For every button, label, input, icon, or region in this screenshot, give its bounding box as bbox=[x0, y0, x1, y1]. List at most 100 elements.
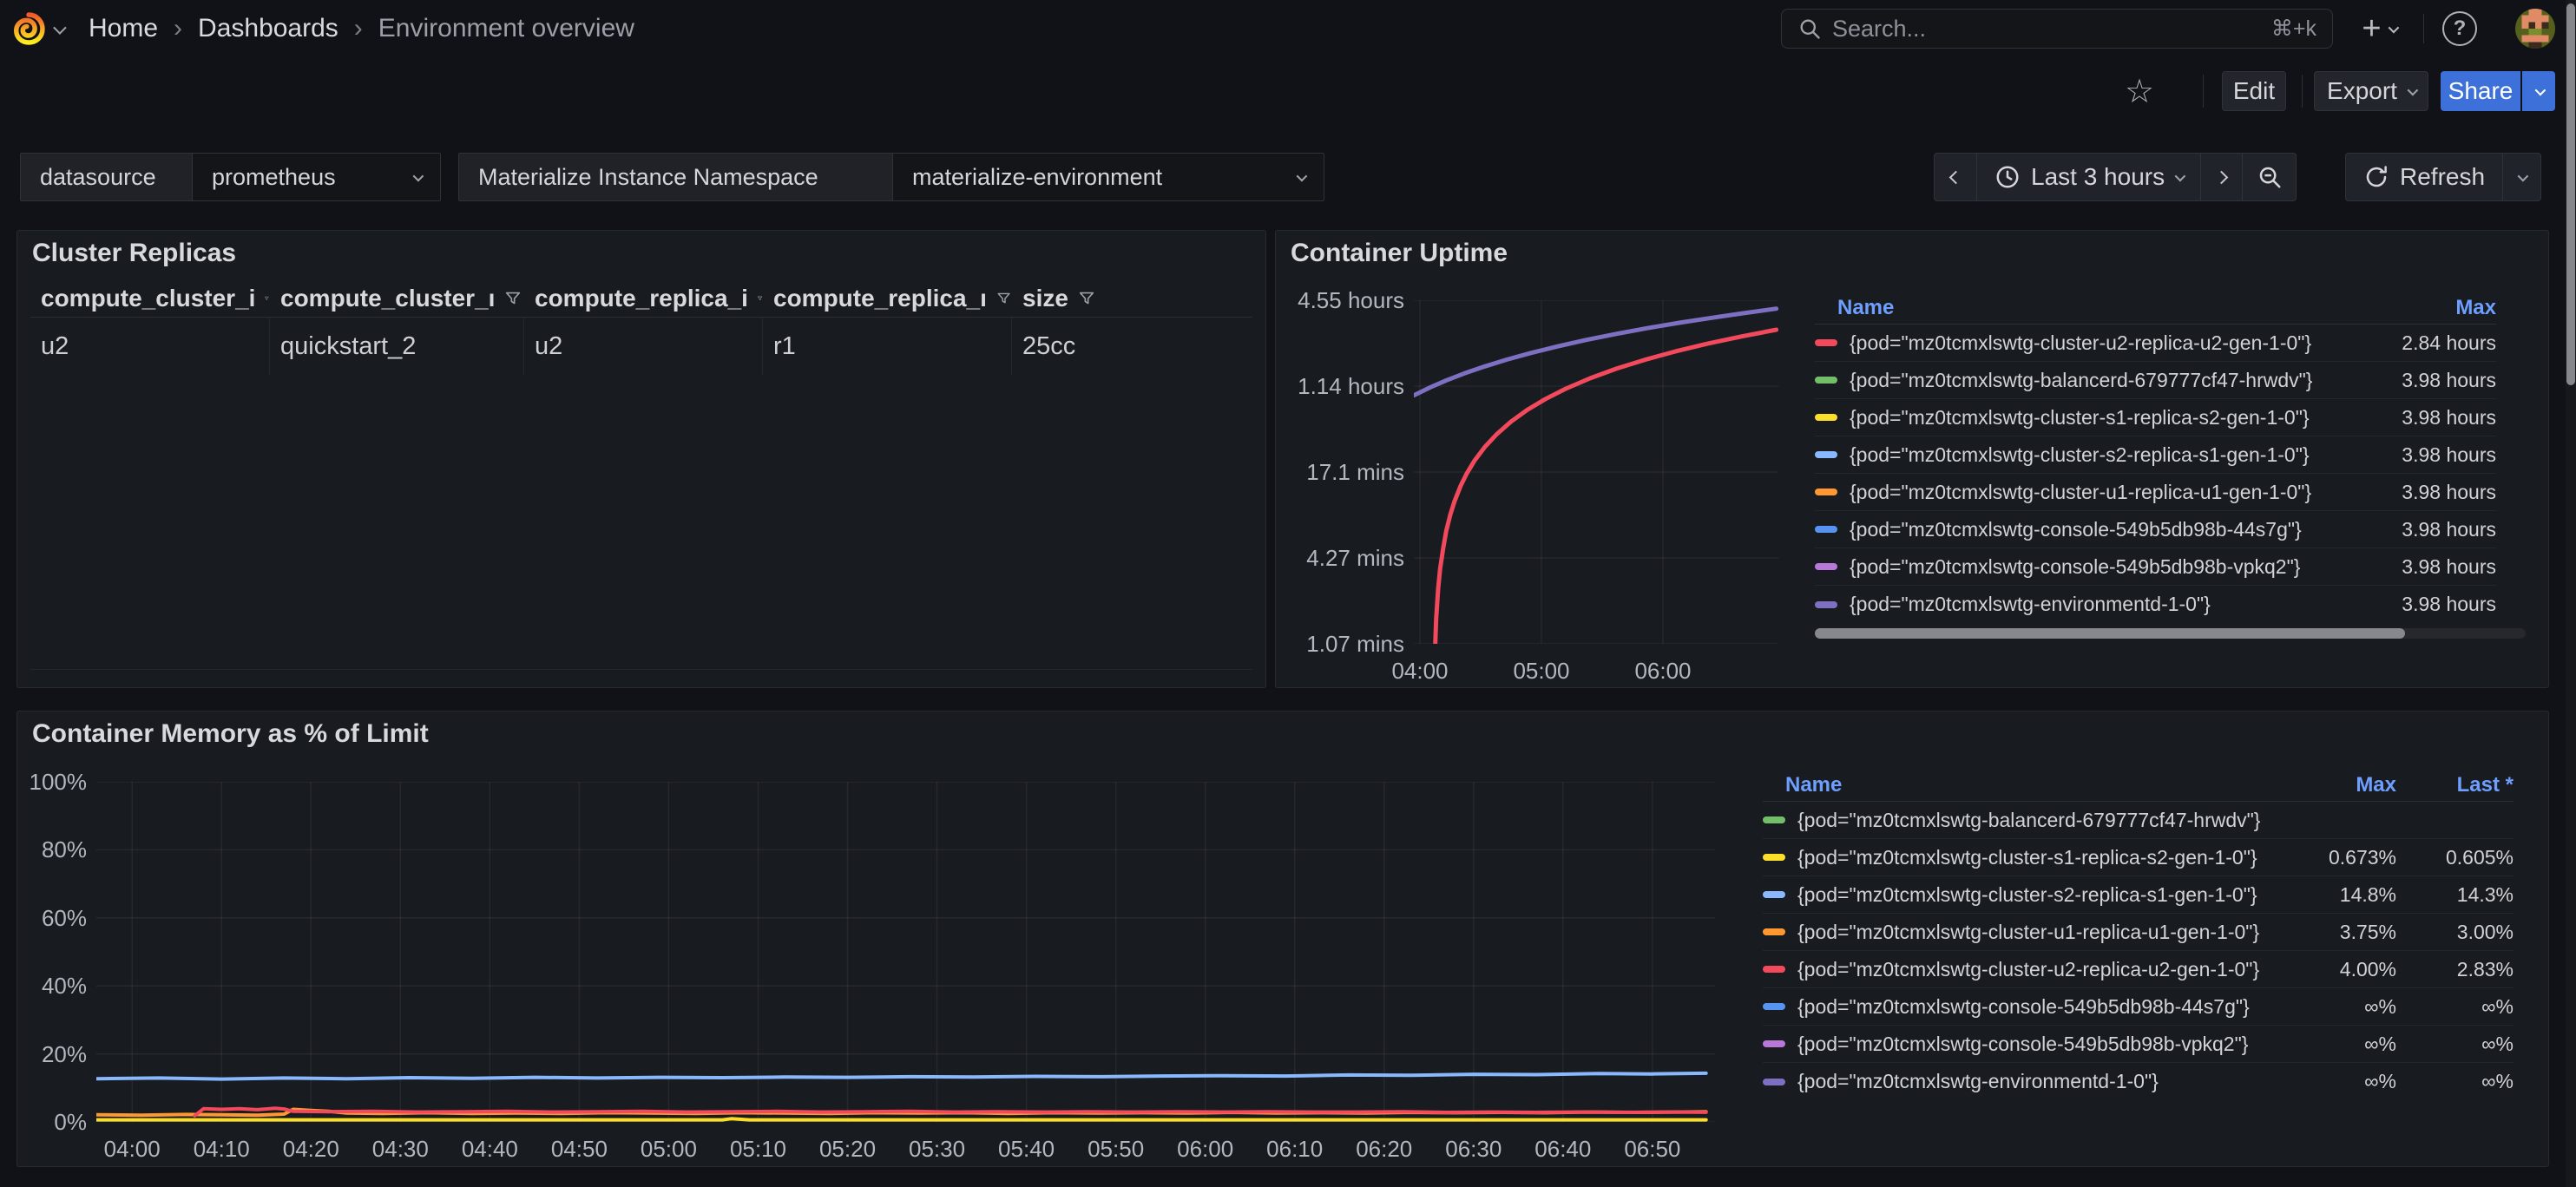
time-range-button[interactable]: Last 3 hours bbox=[1976, 154, 2200, 200]
legend-row[interactable]: {pod="mz0tcmxlswtg-cluster-s1-replica-s2… bbox=[1763, 839, 2514, 876]
column-header[interactable]: compute_cluster_i bbox=[30, 285, 270, 312]
avatar-image bbox=[2515, 9, 2555, 49]
legend-hscrollbar[interactable] bbox=[1815, 628, 2526, 639]
legend-value-header[interactable]: Max bbox=[2266, 773, 2396, 797]
time-shift-forward-button[interactable] bbox=[2200, 154, 2242, 200]
legend-row[interactable]: {pod="mz0tcmxlswtg-environmentd-1-0"}∞%∞… bbox=[1763, 1063, 2514, 1100]
memory-plot bbox=[96, 782, 1715, 1122]
memory-legend: NameMaxLast * {pod="mz0tcmxlswtg-balancer… bbox=[1763, 769, 2531, 1100]
column-header[interactable]: compute_replica_ı bbox=[763, 285, 1012, 312]
legend-row[interactable]: {pod="mz0tcmxlswtg-cluster-s1-replica-s2… bbox=[1815, 399, 2496, 436]
legend-series-name: {pod="mz0tcmxlswtg-balancerd-679777cf47-… bbox=[1797, 809, 2266, 832]
column-header[interactable]: size bbox=[1012, 285, 1252, 312]
legend-name-header[interactable]: Name bbox=[1785, 773, 2266, 797]
series-line[interactable] bbox=[96, 1073, 1706, 1079]
x-axis-label: 05:40 bbox=[983, 1136, 1070, 1162]
breadcrumb: Home › Dashboards › Environment overview bbox=[89, 0, 634, 57]
table-header-row: compute_cluster_icompute_cluster_ıcomput… bbox=[30, 279, 1252, 318]
variable-label-datasource: datasource bbox=[20, 153, 193, 201]
legend-row[interactable]: {pod="mz0tcmxlswtg-cluster-u1-replica-u1… bbox=[1763, 914, 2514, 951]
x-axis-label: 04:00 bbox=[1377, 658, 1463, 684]
series-line[interactable] bbox=[1414, 309, 1777, 396]
share-dropdown-button[interactable] bbox=[2522, 71, 2555, 111]
x-axis-label: 06:40 bbox=[1520, 1136, 1607, 1162]
chevron-down-icon bbox=[413, 170, 424, 181]
filter-icon[interactable] bbox=[1077, 289, 1096, 308]
panel-title[interactable]: Cluster Replicas bbox=[32, 239, 236, 268]
panel-title[interactable]: Container Memory as % of Limit bbox=[32, 719, 429, 749]
y-axis-label: 40% bbox=[26, 973, 87, 999]
favorite-star-button[interactable]: ☆ bbox=[2119, 71, 2159, 111]
legend-value: ∞% bbox=[2266, 1070, 2396, 1093]
filter-icon[interactable] bbox=[503, 289, 522, 308]
page-scrollbar[interactable] bbox=[2566, 0, 2576, 1187]
legend-value: ∞% bbox=[2266, 1033, 2396, 1056]
x-axis-label: 06:00 bbox=[1162, 1136, 1249, 1162]
help-button[interactable]: ? bbox=[2442, 11, 2477, 46]
legend-series-name: {pod="mz0tcmxlswtg-environmentd-1-0"} bbox=[1850, 593, 2349, 616]
legend-row[interactable]: {pod="mz0tcmxlswtg-cluster-s2-replica-s1… bbox=[1815, 436, 2496, 474]
variable-value-namespace[interactable]: materialize-environment bbox=[893, 153, 1324, 201]
column-header[interactable]: compute_cluster_ı bbox=[270, 285, 524, 312]
breadcrumb-item-dashboards[interactable]: Dashboards bbox=[198, 14, 338, 43]
uptime-legend: NameMax {pod="mz0tcmxlswtg-cluster-u2-rep… bbox=[1815, 292, 2526, 623]
share-button[interactable]: Share bbox=[2441, 71, 2520, 111]
page-scrollbar-thumb[interactable] bbox=[2566, 3, 2575, 385]
legend-row[interactable]: {pod="mz0tcmxlswtg-console-549b5db98b-44… bbox=[1763, 988, 2514, 1026]
legend-row[interactable]: {pod="mz0tcmxlswtg-cluster-u1-replica-u1… bbox=[1815, 474, 2496, 511]
refresh-button[interactable]: Refresh bbox=[2346, 154, 2502, 200]
legend-row[interactable]: {pod="mz0tcmxlswtg-cluster-u2-replica-u2… bbox=[1815, 325, 2496, 362]
edit-button[interactable]: Edit bbox=[2222, 71, 2286, 111]
filter-icon[interactable] bbox=[264, 289, 270, 308]
legend-name-header[interactable]: Name bbox=[1837, 296, 2349, 320]
legend-series-name: {pod="mz0tcmxlswtg-console-549b5db98b-44… bbox=[1797, 995, 2266, 1019]
legend-row[interactable]: {pod="mz0tcmxlswtg-cluster-u2-replica-u2… bbox=[1763, 951, 2514, 988]
filter-icon[interactable] bbox=[996, 289, 1012, 308]
breadcrumb-item-home[interactable]: Home bbox=[89, 14, 158, 43]
variable-value-datasource[interactable]: prometheus bbox=[193, 153, 441, 201]
legend-row[interactable]: {pod="mz0tcmxlswtg-console-549b5db98b-vp… bbox=[1763, 1026, 2514, 1063]
series-line[interactable] bbox=[1436, 330, 1777, 644]
series-line[interactable] bbox=[96, 1118, 1706, 1119]
x-axis-label: 06:20 bbox=[1341, 1136, 1428, 1162]
user-avatar[interactable] bbox=[2515, 9, 2555, 49]
legend-value: 2.83% bbox=[2396, 958, 2514, 981]
legend-row[interactable]: {pod="mz0tcmxlswtg-console-549b5db98b-vp… bbox=[1815, 548, 2496, 586]
legend-value: 3.98 hours bbox=[2349, 481, 2496, 504]
legend-row[interactable]: {pod="mz0tcmxlswtg-balancerd-679777cf47-… bbox=[1815, 362, 2496, 399]
zoom-out-button[interactable] bbox=[2242, 154, 2296, 200]
series-line[interactable] bbox=[194, 1108, 1705, 1116]
legend-value-header[interactable]: Last * bbox=[2396, 773, 2514, 797]
legend-value: 3.98 hours bbox=[2349, 555, 2496, 579]
y-axis-label: 4.55 hours bbox=[1285, 287, 1404, 313]
add-new-button[interactable]: + bbox=[2349, 10, 2409, 47]
filter-icon[interactable] bbox=[757, 289, 763, 308]
column-header[interactable]: compute_replica_i bbox=[524, 285, 763, 312]
x-axis-label: 04:40 bbox=[446, 1136, 533, 1162]
grafana-flame-icon bbox=[10, 10, 47, 47]
legend-row[interactable]: {pod="mz0tcmxlswtg-cluster-s2-replica-s1… bbox=[1763, 876, 2514, 914]
export-button[interactable]: Export bbox=[2314, 71, 2428, 111]
variable-selected-value: materialize-environment bbox=[912, 164, 1162, 191]
hscrollbar-thumb[interactable] bbox=[1815, 628, 2405, 639]
legend-color-chip bbox=[1763, 1003, 1785, 1010]
legend-row[interactable]: {pod="mz0tcmxlswtg-console-549b5db98b-44… bbox=[1815, 511, 2496, 548]
y-axis-label: 17.1 mins bbox=[1285, 459, 1404, 485]
search-bar[interactable]: ⌘+k bbox=[1781, 9, 2333, 49]
legend-value-header[interactable]: Max bbox=[2349, 296, 2496, 320]
legend-value: 14.3% bbox=[2396, 883, 2514, 907]
panel-title[interactable]: Container Uptime bbox=[1291, 239, 1508, 268]
legend-value: 3.00% bbox=[2396, 921, 2514, 944]
legend-value: ∞% bbox=[2266, 995, 2396, 1019]
legend-color-chip bbox=[1763, 1079, 1785, 1085]
time-picker-group: Last 3 hours bbox=[1934, 153, 2297, 201]
grafana-logo[interactable] bbox=[10, 9, 78, 49]
x-axis-label: 04:50 bbox=[536, 1136, 622, 1162]
refresh-interval-dropdown[interactable] bbox=[2502, 154, 2540, 200]
search-input[interactable] bbox=[1832, 16, 2261, 43]
chevron-down-icon bbox=[2408, 84, 2419, 95]
legend-row[interactable]: {pod="mz0tcmxlswtg-environmentd-1-0"}3.9… bbox=[1815, 586, 2496, 623]
legend-row[interactable]: {pod="mz0tcmxlswtg-balancerd-679777cf47-… bbox=[1763, 802, 2514, 839]
time-shift-back-button[interactable] bbox=[1935, 154, 1976, 200]
breadcrumb-separator: › bbox=[158, 14, 198, 43]
